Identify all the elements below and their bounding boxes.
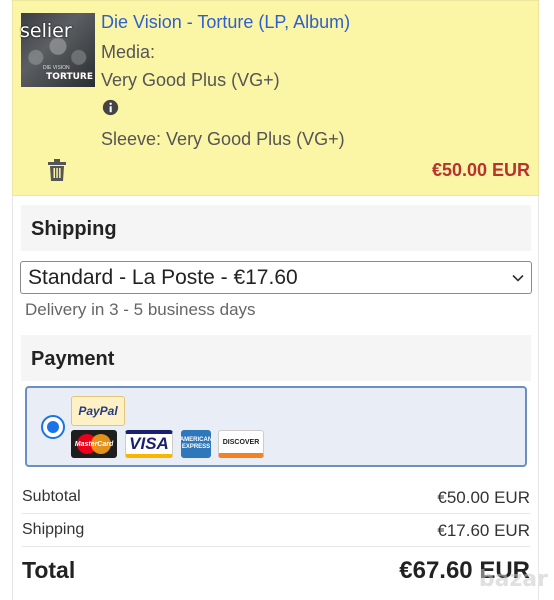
payment-option-card[interactable]: PayPal MasterCard VISA AMERICAN EXPRESS … (25, 386, 527, 467)
mastercard-logo: MasterCard (71, 430, 117, 458)
visa-logo: VISA (125, 430, 173, 458)
summary-divider (22, 513, 530, 514)
cover-title-text: TORTURE (46, 72, 93, 82)
cart-item: DIE VISION TORTURE Die Vision - Torture … (12, 0, 539, 196)
item-title-link[interactable]: Die Vision - Torture (LP, Album) (101, 12, 350, 33)
media-condition: Very Good Plus (VG+) (101, 70, 280, 90)
discover-logo: DISCOVER (218, 430, 264, 458)
info-icon[interactable] (102, 99, 119, 116)
payment-radio-button[interactable] (41, 415, 65, 439)
paypal-text: PayPal (78, 404, 118, 418)
shipping-selected-option: Standard - La Poste - €17.60 (28, 266, 298, 289)
mastercard-text: MasterCard (74, 440, 114, 448)
trash-icon[interactable] (48, 159, 66, 181)
summary-divider (22, 546, 530, 547)
shipping-cost-label: Shipping (22, 521, 85, 538)
item-price: €50.00 EUR (431, 160, 530, 180)
discover-text: DISCOVER (222, 438, 260, 446)
subtotal-value: €50.00 EUR (437, 488, 530, 507)
site-watermark: bazar (478, 567, 548, 592)
sleeve-condition: Sleeve: Very Good Plus (VG+) (101, 129, 345, 149)
amex-logo: AMERICAN EXPRESS (179, 430, 213, 458)
total-label: Total (22, 557, 76, 583)
delivery-estimate: Delivery in 3 - 5 business days (25, 300, 256, 319)
visa-text: VISA (129, 434, 169, 453)
paypal-logo: PayPal (71, 396, 125, 426)
checkout-page: DIE VISION TORTURE Die Vision - Torture … (0, 0, 554, 600)
amex-text: AMERICAN EXPRESS (179, 437, 213, 450)
payment-header: Payment (21, 335, 531, 381)
payment-heading: Payment (31, 348, 115, 370)
shipping-header: Shipping (21, 205, 531, 251)
chevron-down-icon (512, 274, 524, 282)
shipping-method-select[interactable]: Standard - La Poste - €17.60 (20, 261, 532, 294)
seller-watermark-text: selier (20, 20, 72, 42)
subtotal-label: Subtotal (22, 488, 81, 505)
shipping-heading: Shipping (31, 218, 117, 240)
cover-band-text: DIE VISION (43, 65, 70, 71)
shipping-cost-value: €17.60 EUR (437, 521, 530, 540)
media-label: Media: (101, 42, 156, 62)
